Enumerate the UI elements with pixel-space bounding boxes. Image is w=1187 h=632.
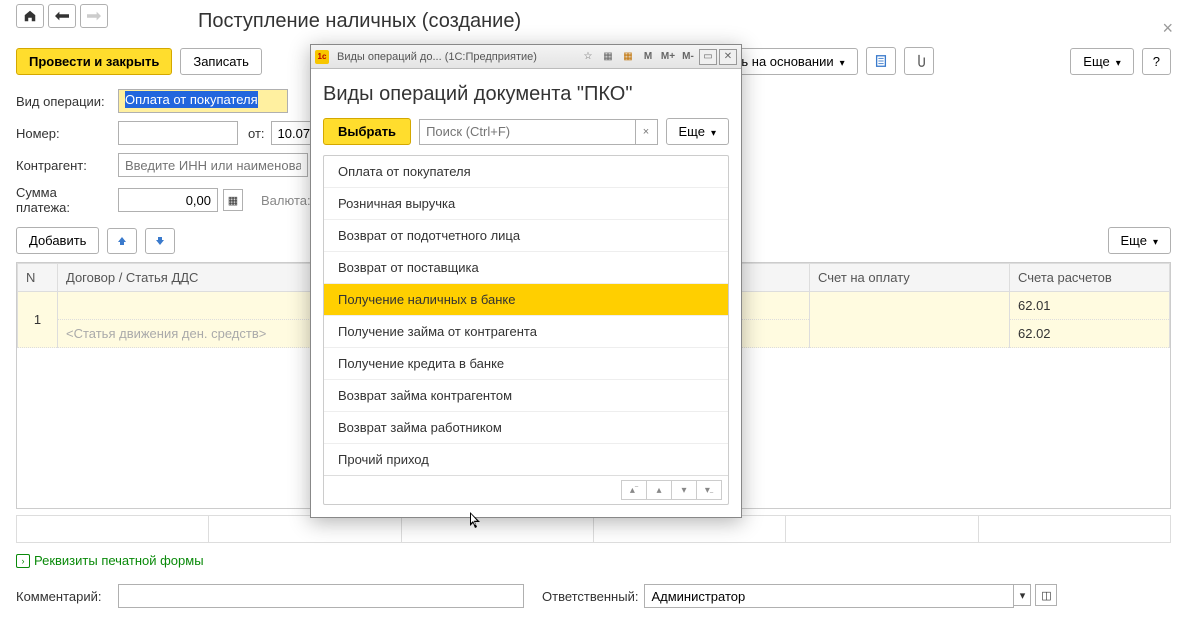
responsible-label: Ответственный:: [542, 589, 638, 604]
more-button-top[interactable]: Еще: [1070, 48, 1133, 75]
footer-summary-grid: [16, 515, 1171, 543]
counterparty-label: Контрагент:: [16, 158, 112, 173]
open-icon[interactable]: ◫: [1035, 584, 1057, 606]
clear-search-icon[interactable]: ×: [636, 119, 658, 145]
move-down-button[interactable]: [145, 228, 175, 254]
list-nav-bottom-icon[interactable]: ▾–: [696, 480, 722, 500]
amount-input[interactable]: [118, 188, 218, 212]
print-requisites-link[interactable]: › Реквизиты печатной формы: [0, 543, 1187, 578]
more-button-dialog[interactable]: Еще: [666, 118, 729, 145]
tb-m-minus[interactable]: M-: [679, 49, 697, 65]
amount-label: Сумма платежа:: [16, 185, 112, 215]
responsible-input[interactable]: [644, 584, 1014, 608]
home-button[interactable]: [16, 4, 44, 28]
minimize-icon[interactable]: ▭: [699, 49, 717, 65]
col-accounts[interactable]: Счета расчетов: [1010, 264, 1170, 292]
dialog-heading: Виды операций документа "ПКО": [323, 83, 729, 106]
help-button[interactable]: ?: [1142, 48, 1171, 75]
operation-type-item[interactable]: Возврат от поставщика: [324, 252, 728, 284]
more-label: Еще: [1083, 54, 1109, 69]
operation-type-item[interactable]: Возврат займа контрагентом: [324, 380, 728, 412]
expand-icon: ›: [16, 554, 30, 568]
row-num: 1: [18, 292, 58, 348]
save-button[interactable]: Записать: [180, 48, 262, 75]
operation-type-item[interactable]: Получение займа от контрагента: [324, 316, 728, 348]
number-label: Номер:: [16, 126, 112, 141]
move-up-button[interactable]: [107, 228, 137, 254]
operation-type-item[interactable]: Розничная выручка: [324, 188, 728, 220]
app-icon: 1c: [315, 50, 329, 64]
number-input[interactable]: [118, 121, 238, 145]
search-input[interactable]: [419, 119, 635, 145]
dialog-window-title: Виды операций до... (1С:Предприятие): [337, 51, 537, 63]
operation-type-value: Оплата от покупателя: [125, 91, 258, 108]
forward-button[interactable]: [80, 4, 108, 28]
more-dialog-label: Еще: [679, 124, 705, 139]
select-button[interactable]: Выбрать: [323, 118, 411, 145]
operation-type-item[interactable]: Оплата от покупателя: [324, 156, 728, 188]
tb-grid-icon[interactable]: ▦: [599, 49, 617, 65]
cell-acct2[interactable]: 62.02: [1010, 320, 1170, 348]
cell-invoice[interactable]: [810, 292, 1010, 348]
operation-types-dialog: 1c Виды операций до... (1С:Предприятие) …: [310, 44, 742, 518]
close-dialog-icon[interactable]: ✕: [719, 49, 737, 65]
close-icon[interactable]: ×: [1162, 18, 1173, 39]
add-row-button[interactable]: Добавить: [16, 227, 99, 254]
tb-m[interactable]: M: [639, 49, 657, 65]
print-requisites-label: Реквизиты печатной формы: [34, 553, 204, 568]
list-nav-down-icon[interactable]: ▾: [671, 480, 697, 500]
operation-type-input[interactable]: Оплата от покупателя: [118, 89, 288, 113]
more-button-table[interactable]: Еще: [1108, 227, 1171, 254]
back-button[interactable]: [48, 4, 76, 28]
operation-type-item[interactable]: Возврат займа работником: [324, 412, 728, 444]
operation-type-label: Вид операции:: [16, 94, 112, 109]
tb-calendar-icon[interactable]: ▦: [619, 49, 637, 65]
dialog-titlebar[interactable]: 1c Виды операций до... (1С:Предприятие) …: [311, 45, 741, 69]
counterparty-input[interactable]: [118, 153, 308, 177]
currency-label: Валюта:: [261, 193, 311, 208]
comment-input[interactable]: [118, 584, 524, 608]
page-title: Поступление наличных (создание): [0, 6, 1187, 41]
tb-star-icon[interactable]: ☆: [579, 49, 597, 65]
operation-type-item[interactable]: Прочий приход: [324, 444, 728, 475]
list-nav-top-icon[interactable]: ▴–: [621, 480, 647, 500]
dropdown-icon[interactable]: ▾: [1013, 584, 1031, 606]
operation-type-item[interactable]: Получение наличных в банке: [324, 284, 728, 316]
cell-acct1[interactable]: 62.01: [1010, 292, 1170, 320]
operation-type-list: Оплата от покупателяРозничная выручкаВоз…: [323, 155, 729, 505]
operation-type-item[interactable]: Получение кредита в банке: [324, 348, 728, 380]
tb-m-plus[interactable]: M+: [659, 49, 677, 65]
comment-label: Комментарий:: [16, 589, 112, 604]
col-invoice[interactable]: Счет на оплату: [810, 264, 1010, 292]
post-and-close-button[interactable]: Провести и закрыть: [16, 48, 172, 75]
calculator-icon[interactable]: ▦: [223, 189, 243, 211]
more-table-label: Еще: [1121, 233, 1147, 248]
print-icon-button[interactable]: [866, 47, 896, 75]
from-label: от:: [248, 126, 265, 141]
operation-type-item[interactable]: Возврат от подотчетного лица: [324, 220, 728, 252]
col-n[interactable]: N: [18, 264, 58, 292]
attachment-icon-button[interactable]: [904, 47, 934, 75]
list-nav-up-icon[interactable]: ▴: [646, 480, 672, 500]
